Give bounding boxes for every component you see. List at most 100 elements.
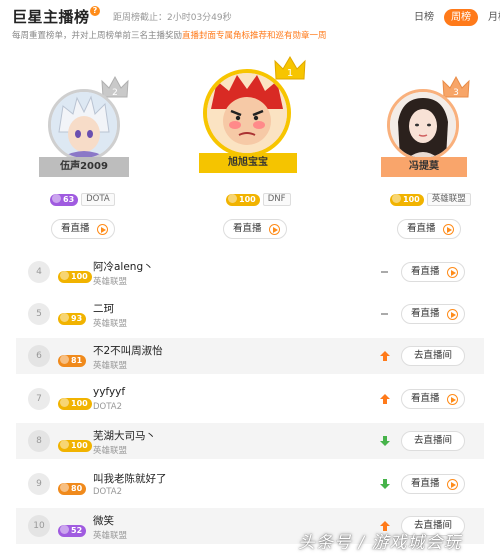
- level-pill: 100: [58, 397, 92, 410]
- game-name: 英雄联盟: [93, 319, 128, 329]
- reward-description: 每周重置榜单，并对上周榜单前三名主播奖励直播封面专属角标推荐和巡有勋章一周: [12, 29, 327, 41]
- level-icon: [392, 193, 401, 203]
- rank-number: 7: [28, 388, 50, 410]
- gold-crown-icon: 1: [274, 56, 306, 80]
- level-pill: 100: [58, 439, 92, 452]
- level-value: 52: [71, 525, 83, 535]
- streamer-name[interactable]: 不2不叫周淑怡: [93, 343, 163, 358]
- game-tag: 英雄联盟: [426, 193, 471, 206]
- rank-up-icon: [380, 351, 390, 361]
- level-value: 63: [63, 194, 75, 204]
- level-badge: 100: [58, 393, 92, 412]
- game-tag: DNF: [262, 193, 291, 206]
- play-icon: [269, 224, 280, 235]
- list-item: 9 80 叫我老陈就好了 DOTA2 看直播: [16, 466, 484, 502]
- tab-weekly[interactable]: 周榜: [444, 9, 478, 26]
- watch-live-button[interactable]: 看直播: [223, 219, 287, 239]
- play-icon: [97, 224, 108, 235]
- level-value: 80: [71, 483, 83, 493]
- level-icon: [60, 397, 69, 407]
- game-name: 英雄联盟: [93, 531, 128, 541]
- avatar-image: [207, 73, 287, 153]
- level-icon: [60, 524, 69, 534]
- level-value: 100: [403, 194, 420, 204]
- action-label: 看直播: [411, 478, 440, 489]
- level-icon: [60, 439, 69, 449]
- avatar[interactable]: [203, 69, 291, 157]
- row-action-button[interactable]: 去直播间: [401, 431, 465, 451]
- level-pill: 52: [58, 524, 87, 537]
- play-triangle: [451, 270, 456, 276]
- level-icon: [60, 354, 69, 364]
- row-action-button[interactable]: 看直播: [401, 262, 465, 282]
- streamer-name[interactable]: 微笑: [93, 513, 114, 528]
- rank-down-icon: [380, 436, 390, 446]
- reward-highlight: 直播封面专属角标推荐和巡有勋章一周: [182, 31, 327, 41]
- help-icon[interactable]: ?: [90, 6, 100, 16]
- game-name: DOTA2: [93, 487, 122, 497]
- action-label: 看直播: [411, 308, 440, 319]
- rank-number: 6: [28, 345, 50, 367]
- level-pill: 80: [58, 482, 87, 495]
- level-badge: 52: [58, 520, 87, 539]
- avatar-image: [51, 92, 117, 158]
- watch-live-label: 看直播: [407, 223, 436, 234]
- row-action-button[interactable]: 看直播: [401, 304, 465, 324]
- level-badge: 93: [58, 308, 87, 327]
- level-value: 93: [71, 313, 83, 323]
- rank-number: 3: [453, 88, 459, 98]
- watch-live-button[interactable]: 看直播: [397, 219, 461, 239]
- level-pill: 81: [58, 354, 87, 367]
- level-value: 100: [71, 271, 88, 281]
- watermark-text: 头条号 / 游戏城会玩: [298, 533, 462, 553]
- row-action-button[interactable]: 去直播间: [401, 346, 465, 366]
- tab-monthly[interactable]: 月榜: [483, 9, 500, 26]
- game-tag: DOTA: [81, 193, 115, 206]
- play-triangle: [451, 482, 456, 488]
- streamer-name[interactable]: 二珂: [93, 301, 114, 316]
- play-triangle: [451, 312, 456, 318]
- level-badge: 81: [58, 350, 87, 369]
- no-change-icon: [381, 271, 388, 273]
- play-icon: [443, 224, 454, 235]
- avatar[interactable]: [48, 89, 120, 161]
- avatar[interactable]: [387, 89, 459, 161]
- rank-number: 4: [28, 261, 50, 283]
- watch-live-label: 看直播: [61, 223, 90, 234]
- watch-live-button[interactable]: 看直播: [51, 219, 115, 239]
- level-pill: 93: [58, 312, 87, 325]
- list-item: 7 100 yyfyyf DOTA2 看直播: [16, 381, 484, 417]
- list-item: 5 93 二珂 英雄联盟 看直播: [16, 296, 484, 332]
- level-value: 100: [71, 398, 88, 408]
- row-action-button[interactable]: 看直播: [401, 474, 465, 494]
- rank-number: 9: [28, 473, 50, 495]
- list-item: 4 100 阿冷aleng丶 英雄联盟 看直播: [16, 254, 484, 290]
- level-icon: [52, 193, 61, 203]
- action-label: 去直播间: [414, 350, 453, 361]
- avatar-image: [390, 92, 456, 158]
- game-name: 英雄联盟: [93, 277, 128, 287]
- play-triangle: [451, 397, 456, 403]
- level-badge: 100: [390, 193, 424, 206]
- rank-up-icon: [380, 394, 390, 404]
- play-icon: [447, 479, 458, 490]
- no-change-icon: [381, 313, 388, 315]
- streamer-name[interactable]: 芜湖大司马丶: [93, 428, 156, 443]
- list-item: 6 81 不2不叫周淑怡 英雄联盟 去直播间: [16, 338, 484, 374]
- row-action-button[interactable]: 看直播: [401, 389, 465, 409]
- streamer-name: 冯提莫: [381, 157, 467, 177]
- streamer-name: 伍声2009: [39, 157, 129, 177]
- level-value: 100: [239, 194, 256, 204]
- game-name: 英雄联盟: [93, 361, 128, 371]
- list-item: 8 100 芜湖大司马丶 英雄联盟 去直播间: [16, 423, 484, 459]
- level-pill: 100: [58, 270, 92, 283]
- streamer-name[interactable]: 阿冷aleng丶: [93, 259, 154, 274]
- streamer-meta: 100 英雄联盟: [390, 193, 471, 207]
- streamer-name[interactable]: yyfyyf: [93, 386, 125, 398]
- rank-down-icon: [380, 479, 390, 489]
- leaderboard-header: 巨星主播榜 ? 距周榜截止：2小时03分49秒 日榜 周榜 月榜: [0, 0, 500, 30]
- level-icon: [60, 482, 69, 492]
- tab-daily[interactable]: 日榜: [412, 9, 436, 26]
- streamer-name[interactable]: 叫我老陈就好了: [93, 471, 167, 486]
- action-label: 去直播间: [414, 435, 453, 446]
